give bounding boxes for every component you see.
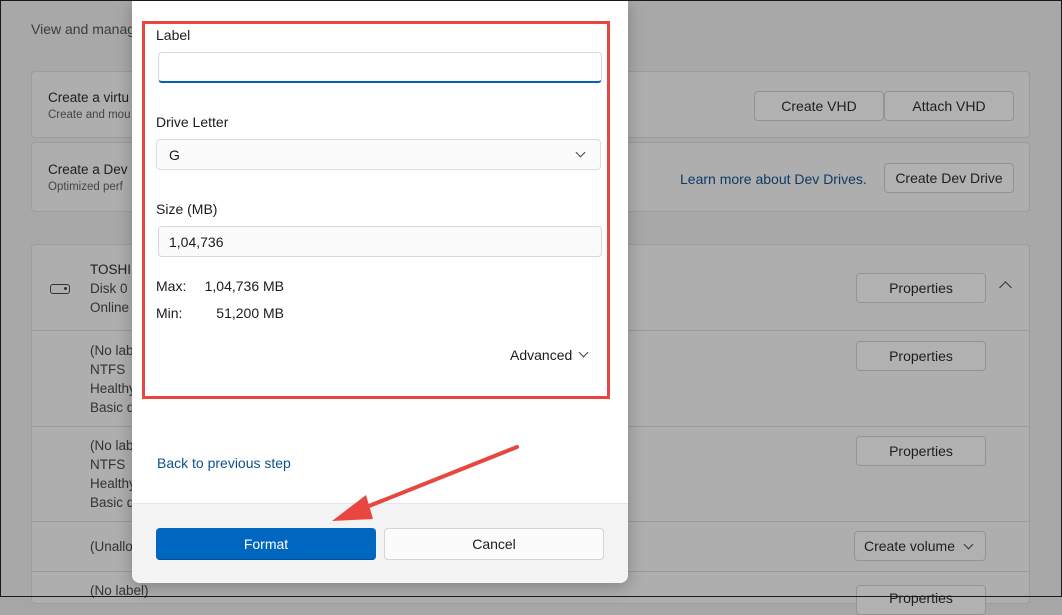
volume-1-fs: NTFS xyxy=(90,362,126,377)
volume-2-label: (No lab xyxy=(90,438,134,453)
disk-number: Disk 0 xyxy=(90,281,128,296)
label-input[interactable] xyxy=(158,52,602,83)
dev-drive-learn-more-link[interactable]: Learn more about Dev Drives. xyxy=(680,171,867,187)
drive-letter-select[interactable]: G xyxy=(156,139,601,170)
advanced-label: Advanced xyxy=(510,347,573,363)
dialog-footer: Format Cancel xyxy=(132,503,628,583)
drive-letter-value: G xyxy=(169,146,180,163)
chevron-down-icon xyxy=(963,539,974,549)
label-field-label: Label xyxy=(156,27,191,43)
vhd-card-desc: Create and mou xyxy=(48,109,131,121)
format-volume-dialog: Label Drive Letter G Size (MB) Max: 1,04… xyxy=(132,0,628,583)
volume-4-label: (No label) xyxy=(90,583,149,598)
create-dev-drive-button[interactable]: Create Dev Drive xyxy=(884,163,1014,193)
advanced-toggle[interactable]: Advanced xyxy=(510,347,591,363)
cancel-button[interactable]: Cancel xyxy=(384,528,604,560)
dev-drive-card-title: Create a Dev xyxy=(48,162,128,177)
chevron-down-icon xyxy=(578,347,589,358)
create-volume-button[interactable]: Create volume xyxy=(854,531,986,561)
volume-1-type: Basic d xyxy=(90,400,135,415)
volume-1-properties-button[interactable]: Properties xyxy=(856,341,986,371)
back-to-previous-step-link[interactable]: Back to previous step xyxy=(157,455,291,471)
max-value: 1,04,736 MB xyxy=(204,278,284,294)
volume-4-properties-button[interactable]: Properties xyxy=(856,585,986,615)
page-subtitle: View and manag xyxy=(31,21,136,37)
disk-status: Online xyxy=(90,300,130,315)
volume-2-type: Basic d xyxy=(90,495,135,510)
min-value: 51,200 MB xyxy=(216,305,284,321)
volume-1-health: Healthy xyxy=(90,381,136,396)
unallocated-label: (Unallo xyxy=(90,539,133,554)
hard-drive-icon xyxy=(50,284,70,294)
size-label: Size (MB) xyxy=(156,201,218,217)
dev-drive-card-desc: Optimized perf xyxy=(48,181,123,193)
vhd-card-title: Create a virtu xyxy=(48,90,130,105)
volume-2-health: Healthy xyxy=(90,476,136,491)
min-label: Min: xyxy=(156,305,183,321)
disk-properties-button[interactable]: Properties xyxy=(856,273,986,303)
create-vhd-button[interactable]: Create VHD xyxy=(754,91,884,121)
create-volume-label: Create volume xyxy=(863,538,956,554)
size-input[interactable] xyxy=(158,226,602,257)
max-label: Max: xyxy=(156,278,187,294)
attach-vhd-button[interactable]: Attach VHD xyxy=(884,91,1014,121)
volume-2-properties-button[interactable]: Properties xyxy=(856,436,986,466)
volume-2-fs: NTFS xyxy=(90,457,126,472)
format-button[interactable]: Format xyxy=(156,528,376,560)
chevron-down-icon xyxy=(575,147,586,158)
drive-letter-label: Drive Letter xyxy=(156,114,229,130)
